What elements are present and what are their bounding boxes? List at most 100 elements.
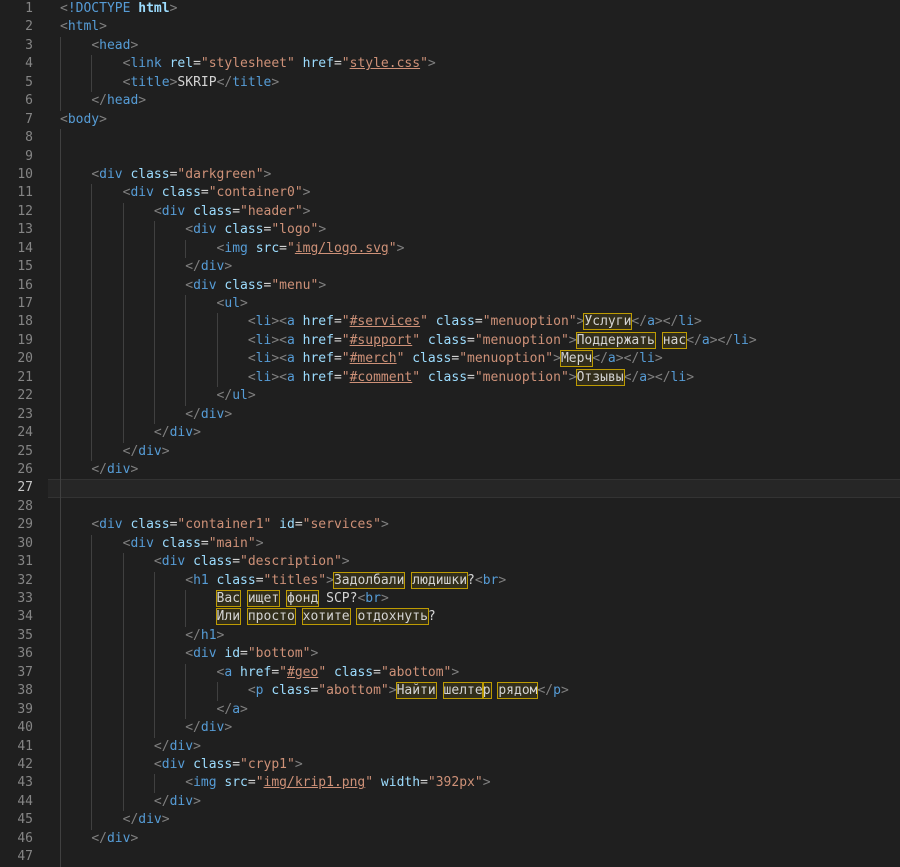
code-text[interactable]: <div class="menu"> [48, 276, 900, 295]
code-line[interactable]: 26 </div> [0, 460, 900, 480]
code-line[interactable]: 45 </div> [0, 811, 900, 830]
code-line[interactable]: 18 <li><a href="#services" class="menuop… [0, 313, 900, 332]
code-text[interactable]: </head> [48, 92, 900, 111]
code-line[interactable]: 39 </a> [0, 700, 900, 720]
code-text[interactable]: </div> [48, 811, 900, 830]
code-text[interactable]: <img src="img/logo.svg"> [48, 239, 900, 259]
code-line[interactable]: 36 <div id="bottom"> [0, 645, 900, 664]
code-text[interactable] [48, 497, 900, 517]
code-line[interactable]: 30 <div class="main"> [0, 534, 900, 554]
code-line[interactable]: 11 <div class="container0"> [0, 184, 900, 203]
code-text[interactable]: Или просто хотите отдохнуть? [48, 608, 900, 627]
code-line[interactable]: 33 Вас ищет фонд SCP?<br> [0, 590, 900, 609]
code-line[interactable]: 20 <li><a href="#merch" class="menuoptio… [0, 350, 900, 369]
code-line[interactable]: 12 <div class="header"> [0, 202, 900, 222]
text-content [154, 185, 162, 200]
code-text[interactable]: </div> [48, 258, 900, 277]
code-text[interactable]: </div> [48, 442, 900, 461]
code-editor[interactable]: 1 <!DOCTYPE html> 2 <html> 3 <head> 4 <link r… [0, 0, 900, 867]
code-text[interactable]: <head> [48, 36, 900, 56]
code-line[interactable]: 22 </ul> [0, 387, 900, 406]
code-line[interactable]: 10 <div class="darkgreen"> [0, 165, 900, 185]
code-line[interactable]: 41 </div> [0, 737, 900, 756]
code-text[interactable]: <html> [48, 18, 900, 36]
code-line[interactable]: 23 </div> [0, 405, 900, 425]
code-line[interactable]: 37 <a href="#geo" class="abottom"> [0, 663, 900, 683]
code-text[interactable]: <h1 class="titles">Задолбали людишки?<br… [48, 571, 900, 590]
line-number: 6 [25, 93, 33, 109]
code-line[interactable]: 5 <title>SKRIP</title> [0, 73, 900, 93]
code-line[interactable]: 32 <h1 class="titles">Задолбали людишки?… [0, 571, 900, 590]
code-text[interactable]: <a href="#geo" class="abottom"> [48, 663, 900, 683]
code-line[interactable]: 4 <link rel="stylesheet" href="style.css… [0, 55, 900, 74]
code-line[interactable]: 43 <img src="img/krip1.png" width="392px… [0, 774, 900, 793]
code-text[interactable] [48, 147, 900, 166]
code-line[interactable]: 6 </head> [0, 92, 900, 111]
code-text[interactable] [48, 129, 900, 148]
code-text[interactable]: <!DOCTYPE html> [48, 0, 900, 18]
code-line[interactable]: 17 <ul> [0, 295, 900, 314]
code-line[interactable]: 25 </div> [0, 442, 900, 461]
code-text[interactable]: <div class="cryp1"> [48, 755, 900, 775]
code-text[interactable]: <link rel="stylesheet" href="style.css"> [48, 55, 900, 74]
code-line[interactable]: 29 <div class="container1" id="services"… [0, 516, 900, 535]
code-text[interactable]: <div class="main"> [48, 534, 900, 554]
code-text[interactable]: <div class="container1" id="services"> [48, 516, 900, 535]
code-line[interactable]: 19 <li><a href="#support" class="menuopt… [0, 331, 900, 351]
code-line[interactable]: 16 <div class="menu"> [0, 276, 900, 295]
code-text[interactable]: <ul> [48, 295, 900, 314]
code-text[interactable]: <div class="header"> [48, 202, 900, 222]
code-text[interactable]: </div> [48, 460, 900, 480]
code-text[interactable]: </div> [48, 737, 900, 756]
code-line[interactable]: 34 Или просто хотите отдохнуть? [0, 608, 900, 627]
code-text[interactable]: </div> [48, 719, 900, 738]
code-text[interactable]: <title>SKRIP</title> [48, 73, 900, 93]
code-line[interactable]: 28 [0, 497, 900, 517]
code-line[interactable]: 3 <head> [0, 36, 900, 56]
code-text[interactable] [48, 848, 900, 867]
code-text[interactable]: <img src="img/krip1.png" width="392px"> [48, 774, 900, 793]
code-text[interactable]: <body> [48, 111, 900, 129]
code-text[interactable]: </ul> [48, 387, 900, 406]
code-text[interactable]: </h1> [48, 626, 900, 646]
code-line[interactable]: 2 <html> [0, 18, 900, 36]
code-line[interactable]: 47 [0, 848, 900, 867]
code-line[interactable]: 13 <div class="logo"> [0, 221, 900, 240]
code-text[interactable]: <li><a href="#services" class="menuoptio… [48, 313, 900, 332]
code-line[interactable]: 7 <body> [0, 111, 900, 129]
code-line[interactable]: 8 [0, 129, 900, 148]
code-text[interactable]: </div> [48, 424, 900, 443]
code-line[interactable]: 1 <!DOCTYPE html> [0, 0, 900, 18]
code-line[interactable]: 44 </div> [0, 792, 900, 812]
code-text[interactable]: </div> [48, 792, 900, 812]
code-line[interactable]: 42 <div class="cryp1"> [0, 755, 900, 775]
code-text[interactable]: <div class="description"> [48, 553, 900, 572]
code-line-active[interactable]: 27 [0, 479, 900, 498]
punctuation: > [224, 720, 233, 736]
code-line[interactable]: 31 <div class="description"> [0, 553, 900, 572]
code-text[interactable]: <div id="bottom"> [48, 645, 900, 664]
indent-guide [91, 276, 93, 295]
code-text[interactable]: <div class="darkgreen"> [48, 165, 900, 185]
code-text[interactable] [48, 479, 900, 498]
code-line[interactable]: 40 </div> [0, 719, 900, 738]
code-text[interactable]: </div> [48, 829, 900, 849]
code-text[interactable]: <div class="logo"> [48, 221, 900, 240]
code-text[interactable]: <li><a href="#support" class="menuoption… [48, 331, 900, 351]
code-text[interactable]: <p class="abottom">Найти шелтер рядом</p… [48, 682, 900, 701]
code-line[interactable]: 14 <img src="img/logo.svg"> [0, 239, 900, 259]
code-text[interactable]: <li><a href="#merch" class="menuoption">… [48, 350, 900, 369]
code-line[interactable]: 35 </h1> [0, 626, 900, 646]
code-line[interactable]: 15 </div> [0, 258, 900, 277]
code-line[interactable]: 46 </div> [0, 829, 900, 849]
code-line[interactable]: 21 <li><a href="#comment" class="menuopt… [0, 368, 900, 388]
code-text[interactable]: <div class="container0"> [48, 184, 900, 203]
code-line[interactable]: 38 <p class="abottom">Найти шелтер рядом… [0, 682, 900, 701]
code-text[interactable]: <li><a href="#comment" class="menuoption… [48, 368, 900, 388]
code-text[interactable]: </div> [48, 405, 900, 425]
code-text[interactable]: </a> [48, 700, 900, 720]
code-text[interactable]: Вас ищет фонд SCP?<br> [48, 590, 900, 609]
punctuation: < [247, 332, 256, 348]
code-line[interactable]: 24 </div> [0, 424, 900, 443]
code-line[interactable]: 9 [0, 147, 900, 166]
